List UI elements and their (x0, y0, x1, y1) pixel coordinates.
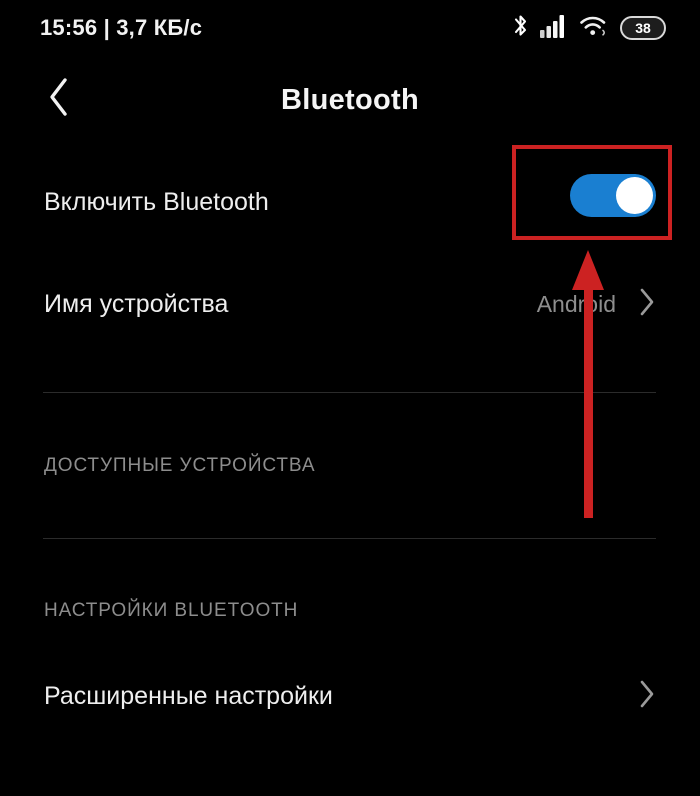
toggle-knob (616, 177, 653, 214)
battery-icon: 38 (620, 16, 666, 40)
status-time-and-datarate: 15:56 | 3,7 КБ/с (40, 15, 203, 40)
row-advanced-settings-label: Расширенные настройки (44, 681, 333, 710)
status-icons: 38 (512, 13, 666, 44)
row-device-name-label: Имя устройства (44, 289, 229, 318)
bluetooth-icon (512, 13, 529, 44)
row-advanced-settings[interactable]: Расширенные настройки (0, 660, 700, 732)
app-bar: Bluetooth (0, 56, 700, 144)
row-device-name[interactable]: Имя устройства Android (0, 268, 700, 340)
section-header-bluetooth-settings: НАСТРОЙКИ BLUETOOTH (44, 600, 299, 621)
phone-screen: 15:56 | 3,7 КБ/с 38 Bluetooth Включить B… (0, 0, 700, 796)
page-title: Bluetooth (280, 83, 419, 116)
wifi-icon (579, 14, 609, 43)
chevron-right-icon (638, 287, 656, 322)
chevron-right-icon (638, 679, 656, 714)
cellular-signal-icon (540, 14, 568, 43)
divider (43, 538, 656, 539)
section-header-available-devices: ДОСТУПНЫЕ УСТРОЙСТВА (44, 455, 316, 476)
divider (43, 392, 656, 393)
bluetooth-toggle-switch[interactable] (570, 174, 656, 217)
battery-level-text: 38 (635, 20, 651, 36)
row-enable-bluetooth-label: Включить Bluetooth (44, 187, 269, 216)
status-bar: 15:56 | 3,7 КБ/с 38 (0, 0, 700, 56)
row-device-name-value: Android (536, 290, 616, 317)
